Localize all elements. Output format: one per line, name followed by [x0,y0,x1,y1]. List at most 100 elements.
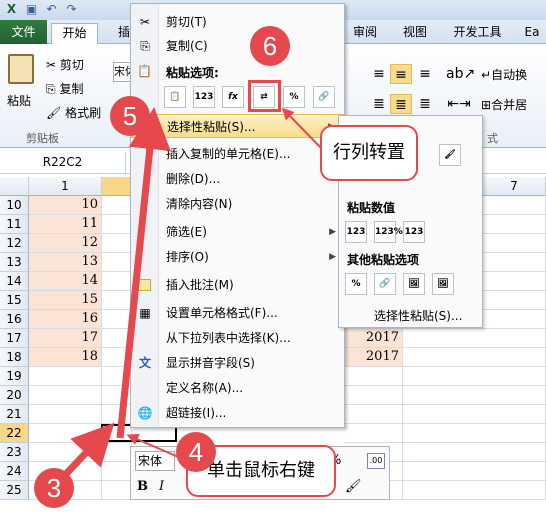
cell-col1[interactable] [29,424,102,443]
row-header[interactable]: 12 [0,234,29,253]
cell-col1[interactable] [29,443,102,462]
menu-item-paste-special[interactable]: 选择性粘贴(S)... ▶ [131,114,344,138]
cell-col2[interactable] [102,272,132,291]
paste-values-source-format-button[interactable]: 123 [403,221,425,243]
cell-col7[interactable] [403,462,546,481]
menu-item-insert-comment[interactable]: 插入批注(M) [131,273,344,297]
wrap-text-button[interactable]: ↵自动换 [481,66,527,83]
menu-item-format-cells[interactable]: ▦ 设置单元格格式(F)... [131,301,344,325]
cell-value[interactable] [345,367,403,386]
column-header-2[interactable] [102,177,132,196]
cell-col2[interactable] [102,386,132,405]
cell-col1[interactable] [29,367,102,386]
cell-col1[interactable]: 18 [29,348,102,367]
menu-item-delete[interactable]: 删除(D)... [131,167,344,191]
cell-value[interactable]: 2017 [345,329,403,348]
save-icon[interactable]: ▣ [24,2,39,17]
cell-value[interactable]: 2017 [345,348,403,367]
format-painter-button[interactable]: 🖌 格式刷 [46,104,101,121]
cell-col7[interactable] [403,424,546,443]
cell-col7[interactable] [403,348,546,367]
menu-item-clear[interactable]: 清除内容(N) [131,192,344,216]
mini-number-format-icon[interactable]: .00 [367,453,385,469]
paste-button-formulas[interactable]: fx [222,86,244,108]
cell-col1[interactable]: 15 [29,291,102,310]
cell-col1[interactable]: 17 [29,329,102,348]
row-header[interactable]: 21 [0,405,29,424]
paste-button-values[interactable]: 123 [193,86,215,108]
menu-item-define-name[interactable]: 定义名称(A)... [131,376,344,400]
paste-formatting-button[interactable]: % [345,273,367,295]
cell-col2[interactable] [102,329,132,348]
cell-col2[interactable] [102,310,132,329]
cell-col7[interactable] [403,405,546,424]
mini-italic-button[interactable]: I [159,477,175,497]
paste-button-formatting[interactable]: % [283,86,305,108]
cut-button[interactable]: ✂ 剪切 [46,56,84,73]
merge-center-button[interactable]: ⊞合并居 [481,96,527,113]
paste-linked-picture-button[interactable]: 🖼 [432,273,454,295]
cell-col2[interactable] [102,215,132,234]
row-header[interactable]: 22 [0,424,29,443]
align-middle-icon[interactable]: ≡ [390,64,412,84]
align-bottom-icon[interactable]: ≡ [414,64,436,84]
cell-col7[interactable] [403,481,546,500]
menu-item-filter[interactable]: 筛选(E) ▶ [131,220,344,244]
row-header[interactable]: 20 [0,386,29,405]
cell-col2[interactable] [102,481,132,500]
select-all-corner[interactable] [0,177,29,196]
cell-col2[interactable] [102,443,132,462]
menu-item-cut[interactable]: ✂ 剪切(T) [131,10,344,34]
row-header[interactable]: 25 [0,481,29,500]
column-header-7[interactable]: 7 [483,177,546,196]
cell-col1[interactable] [29,405,102,424]
tab-file[interactable]: 文件 [0,20,47,44]
paste-values-number-format-button[interactable]: 123% [374,221,403,243]
menu-item-phonetic[interactable]: 文 显示拼音字段(S) [131,351,344,375]
cell-col1[interactable]: 14 [29,272,102,291]
cell-col2[interactable] [102,367,132,386]
row-header[interactable]: 16 [0,310,29,329]
mini-bold-button[interactable]: B [137,477,153,497]
row-header[interactable]: 15 [0,291,29,310]
orientation-icon[interactable]: ab↗ [446,64,475,84]
cell-col7[interactable] [403,367,546,386]
submenu-paste-format-icon[interactable]: 🖌 [439,144,461,166]
cell-col2[interactable] [102,291,132,310]
undo-icon[interactable]: ↶ [44,2,59,17]
paste-values-button[interactable]: 123 [345,221,367,243]
row-header[interactable]: 18 [0,348,29,367]
tab-home[interactable]: 开始 [51,23,98,44]
paste-button-default[interactable]: 📋 [164,86,186,108]
paste-button[interactable]: 粘贴 [4,52,38,122]
mini-font-box[interactable]: 宋体 [135,451,175,471]
cell-col1[interactable]: 11 [29,215,102,234]
menu-item-pick-list[interactable]: 从下拉列表中选择(K)... [131,326,344,350]
name-box[interactable]: R22C2 [0,152,126,173]
row-header[interactable]: 19 [0,367,29,386]
cell-col7[interactable] [403,443,546,462]
submenu-paste-special[interactable]: 选择性粘贴(S)... [339,304,482,328]
row-header[interactable]: 17 [0,329,29,348]
cell-col1[interactable]: 12 [29,234,102,253]
paste-button-link[interactable]: 🔗 [313,86,335,108]
cell-value[interactable] [345,424,403,443]
cell-col7[interactable] [403,329,546,348]
cell-col1[interactable]: 10 [29,196,102,215]
cell-col7[interactable] [403,386,546,405]
cell-value[interactable] [345,386,403,405]
align-top-icon[interactable]: ≡ [368,64,390,84]
row-header[interactable]: 14 [0,272,29,291]
cell-col2[interactable] [102,462,132,481]
indent-icon[interactable]: ⇤⇥ [446,94,472,114]
cell-col1[interactable]: 16 [29,310,102,329]
align-left-icon[interactable]: ≣ [368,94,390,114]
align-right-icon[interactable]: ≣ [414,94,436,114]
cell-col2[interactable] [102,196,132,215]
paste-link-button[interactable]: 🔗 [374,273,396,295]
cell-col1[interactable]: 13 [29,253,102,272]
mini-format-painter-icon[interactable]: 🖌 [345,477,363,497]
cell-value[interactable] [345,405,403,424]
row-header[interactable]: 13 [0,253,29,272]
menu-item-insert-copied[interactable]: 插入复制的单元格(E)... [131,142,344,166]
